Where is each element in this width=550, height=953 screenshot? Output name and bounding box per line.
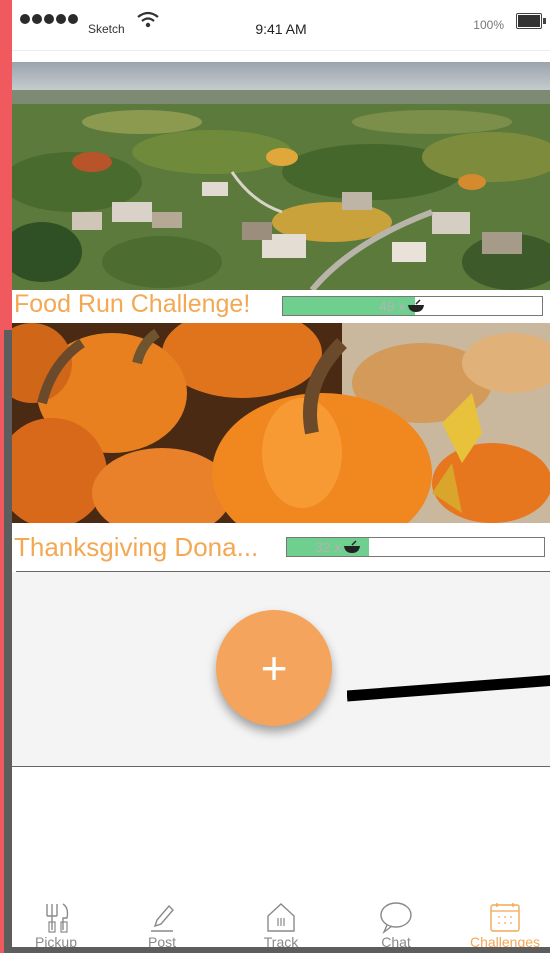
status-bar: Sketch 9:41 AM 100% [12,0,550,51]
tab-chat[interactable]: Chat [346,890,446,950]
calendar-icon [490,903,520,932]
tab-challenges[interactable]: Challenges [455,890,550,950]
pencil-icon [151,904,174,932]
progress-count: 32 x [315,539,361,555]
house-icon [267,903,295,932]
add-challenge-button[interactable]: + [216,610,332,726]
progress-count-text: 49 x [379,298,406,314]
plus-icon: + [260,642,288,694]
progress-count-text: 32 x [315,539,342,555]
tab-post[interactable]: Post [112,890,212,950]
challenge-title: Food Run Challenge! [14,290,251,318]
neighborhood-photo [12,62,550,290]
fork-knife-icon [46,903,69,933]
bottom-tab-bar: Pickup Post Track Chat Challenges [12,890,550,953]
challenge-progress-bar: 49 x [282,296,543,316]
battery-icon [516,13,546,29]
phone-screen: Sketch 9:41 AM 100% Food Run Challenge! … [12,0,550,953]
challenge-progress-bar: 32 x [286,537,545,557]
challenge-card-food-run[interactable]: Food Run Challenge! 49 x [12,62,550,322]
add-challenge-area: + [12,572,550,767]
chat-bubble-icon [380,902,412,934]
progress-count: 49 x [379,298,425,314]
background-accent [0,0,12,330]
device-frame-bottom [4,947,550,953]
food-bowl-icon [344,540,361,553]
device-frame-left [4,330,12,953]
battery-percentage: 100% [473,18,504,32]
food-bowl-icon [408,299,425,312]
pumpkins-photo [12,323,550,523]
tab-track[interactable]: Track [231,890,331,950]
status-time: 9:41 AM [255,21,307,37]
pointer-arrow-annotation [347,675,550,702]
tab-pickup[interactable]: Pickup [12,890,106,950]
challenge-title: Thanksgiving Dona... [14,532,259,562]
challenge-card-thanksgiving[interactable]: Thanksgiving Dona... 32 x [12,323,550,568]
